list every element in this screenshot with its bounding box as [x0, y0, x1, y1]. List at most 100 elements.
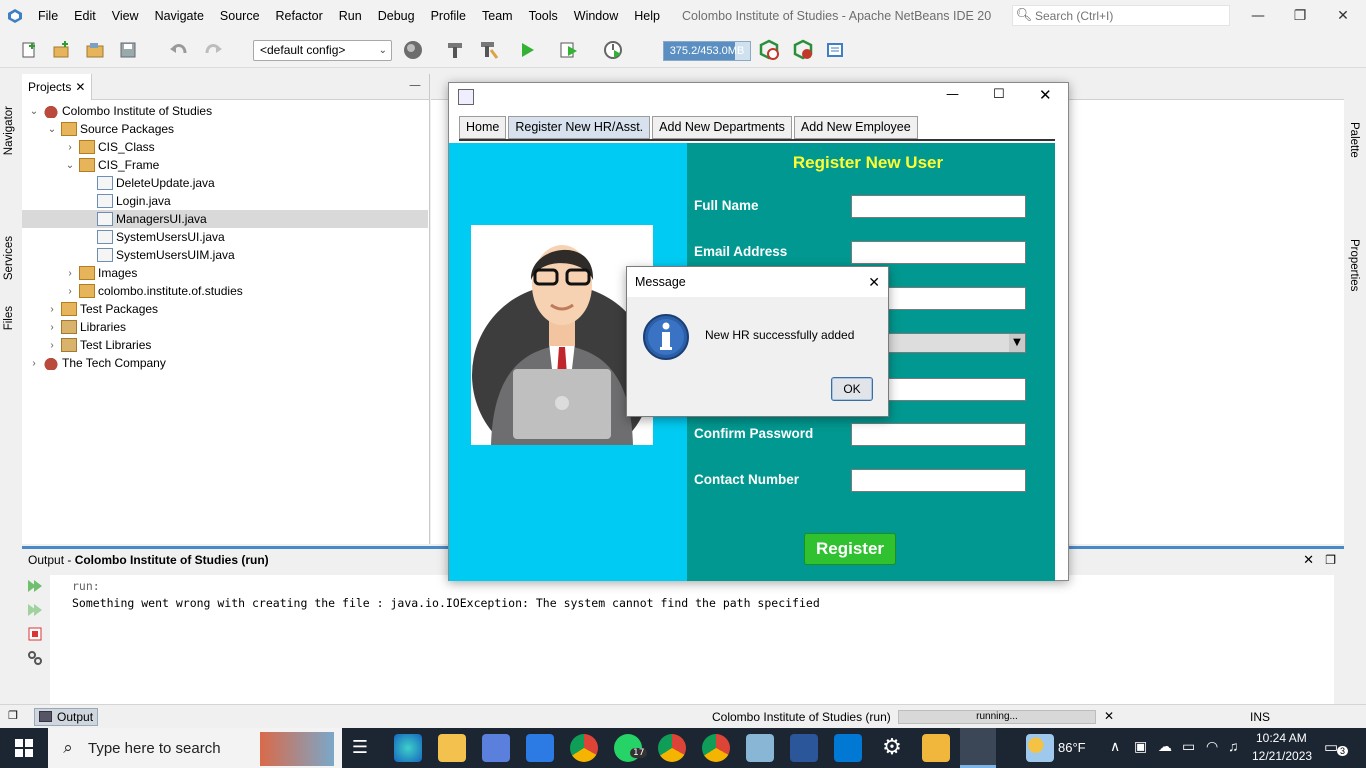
ide-search-box[interactable]: 🔍︎ — [1012, 5, 1230, 26]
netbeans-taskbar-icon[interactable] — [922, 734, 950, 762]
menu-window[interactable]: Window — [566, 0, 626, 32]
gc-profiler-icon[interactable] — [758, 39, 780, 61]
output-console[interactable]: run: Something went wrong with creating … — [50, 575, 1334, 705]
restore-icon[interactable]: ❐ — [8, 709, 18, 722]
tab-properties[interactable]: Properties — [1348, 239, 1360, 291]
microsoft-store-icon[interactable] — [482, 734, 510, 762]
chevron-right-icon[interactable]: › — [46, 340, 58, 351]
ide-search-input[interactable] — [1035, 8, 1215, 23]
chevron-right-icon[interactable]: › — [46, 304, 58, 315]
weather-icon[interactable] — [1026, 734, 1054, 762]
status-output-tab[interactable]: Output — [34, 708, 99, 726]
tree-item[interactable]: › Test Libraries — [22, 336, 428, 354]
close-icon[interactable]: ✕ — [75, 80, 85, 94]
menu-team[interactable]: Team — [474, 0, 521, 32]
chevron-right-icon[interactable]: › — [28, 358, 40, 369]
profile-icon[interactable] — [602, 39, 624, 61]
menu-profile[interactable]: Profile — [423, 0, 474, 32]
menu-navigate[interactable]: Navigate — [147, 0, 212, 32]
tree-item[interactable]: ⌄ Source Packages — [22, 120, 428, 138]
tab-files[interactable]: Files — [3, 306, 15, 330]
tab-add-employee[interactable]: Add New Employee — [793, 116, 918, 139]
notepad-icon[interactable] — [746, 734, 774, 762]
minimize-icon[interactable]: — — [1235, 0, 1281, 32]
menu-run[interactable]: Run — [331, 0, 370, 32]
undo-icon[interactable] — [168, 39, 190, 61]
menu-edit[interactable]: Edit — [66, 0, 104, 32]
tree-item[interactable]: ManagersUI.java — [22, 210, 428, 228]
tab-register-hr[interactable]: Register New HR/Asst. — [508, 116, 651, 139]
chevron-down-icon[interactable]: ⌄ — [46, 124, 58, 135]
run-icon[interactable] — [516, 39, 538, 61]
new-file-icon[interactable] — [18, 39, 40, 61]
close-icon[interactable]: ✕ — [1303, 553, 1314, 568]
menu-view[interactable]: View — [104, 0, 147, 32]
tab-navigator[interactable]: Navigator — [3, 106, 15, 155]
battery-icon[interactable]: ▭ — [1182, 738, 1195, 755]
tab-home[interactable]: Home — [459, 116, 507, 139]
notification-icon[interactable]: ▭ — [1324, 738, 1338, 756]
java-app-taskbar-icon[interactable] — [960, 728, 996, 768]
tab-palette[interactable]: Palette — [1348, 122, 1360, 158]
volume-icon[interactable]: ♫ — [1228, 738, 1239, 754]
tray-overflow-icon[interactable]: ∧ — [1110, 738, 1120, 755]
chevron-right-icon[interactable]: › — [64, 286, 76, 297]
restore-icon[interactable]: ❐ — [1277, 0, 1323, 32]
restore-icon[interactable]: ❐ — [1325, 553, 1336, 567]
task-view-icon[interactable]: ☰ — [346, 734, 374, 762]
tray-time[interactable]: 10:24 AM — [1256, 731, 1307, 745]
tab-services[interactable]: Services — [3, 236, 15, 280]
ok-button[interactable]: OK — [831, 377, 873, 401]
minimize-panel-icon[interactable]: — — [409, 78, 421, 92]
rerun-icon[interactable] — [26, 577, 44, 595]
chevron-right-icon[interactable]: › — [64, 142, 76, 153]
tree-item[interactable]: SystemUsersUI.java — [22, 228, 428, 246]
browser-globe-icon[interactable] — [402, 39, 424, 61]
tree-item[interactable]: SystemUsersUIM.java — [22, 246, 428, 264]
tree-item[interactable]: › The Tech Company — [22, 354, 428, 372]
settings-gear-icon[interactable]: ⚙ — [878, 734, 906, 762]
menu-tools[interactable]: Tools — [521, 0, 566, 32]
build-hammer-icon[interactable] — [444, 39, 466, 61]
config-select[interactable]: <default config> ⌄ — [253, 40, 392, 61]
close-icon[interactable]: ✕ — [1039, 86, 1052, 104]
output-settings-icon[interactable] — [26, 649, 44, 667]
outlook-icon[interactable] — [834, 734, 862, 762]
memory-usage-bar[interactable]: 375.2/453.0MB — [663, 41, 751, 61]
chevron-right-icon[interactable]: › — [64, 268, 76, 279]
mail-icon[interactable] — [526, 734, 554, 762]
weather-temp[interactable]: 86°F — [1058, 740, 1086, 755]
clean-build-icon[interactable] — [478, 39, 500, 61]
menu-source[interactable]: Source — [212, 0, 268, 32]
menu-debug[interactable]: Debug — [370, 0, 423, 32]
whatsapp-icon[interactable]: 17 — [614, 734, 648, 762]
edge-browser-icon[interactable] — [394, 734, 422, 762]
menu-help[interactable]: Help — [626, 0, 668, 32]
minimize-icon[interactable]: — — [946, 87, 959, 102]
tree-item[interactable]: › Libraries — [22, 318, 428, 336]
tab-projects[interactable]: Projects ✕ — [22, 74, 93, 100]
save-all-icon[interactable] — [117, 39, 139, 61]
cancel-process-icon[interactable]: ✕ — [1104, 709, 1114, 723]
heap-dump-icon[interactable] — [824, 39, 846, 61]
close-icon[interactable]: ✕ — [1320, 0, 1366, 32]
chevron-down-icon[interactable]: ⌄ — [28, 106, 40, 117]
close-icon[interactable]: ✕ — [868, 267, 880, 297]
redo-icon[interactable] — [202, 39, 224, 61]
contact-number-field[interactable] — [851, 469, 1026, 492]
chrome-profile-2-icon[interactable] — [702, 734, 730, 762]
chevron-right-icon[interactable]: › — [46, 322, 58, 333]
tab-add-departments[interactable]: Add New Departments — [652, 116, 792, 139]
tree-item[interactable]: ⌄ CIS_Frame — [22, 156, 428, 174]
chevron-down-icon[interactable]: ⌄ — [64, 160, 76, 171]
menu-refactor[interactable]: Refactor — [268, 0, 331, 32]
email-field[interactable] — [851, 241, 1026, 264]
stop-icon[interactable] — [26, 625, 44, 643]
full-name-field[interactable] — [851, 195, 1026, 218]
maximize-icon[interactable]: ☐ — [993, 87, 1005, 102]
register-button[interactable]: Register — [804, 533, 896, 565]
word-icon[interactable] — [790, 734, 818, 762]
tree-item[interactable]: › Test Packages — [22, 300, 428, 318]
wifi-icon[interactable]: ◠ — [1206, 738, 1218, 755]
open-project-icon[interactable] — [84, 39, 106, 61]
